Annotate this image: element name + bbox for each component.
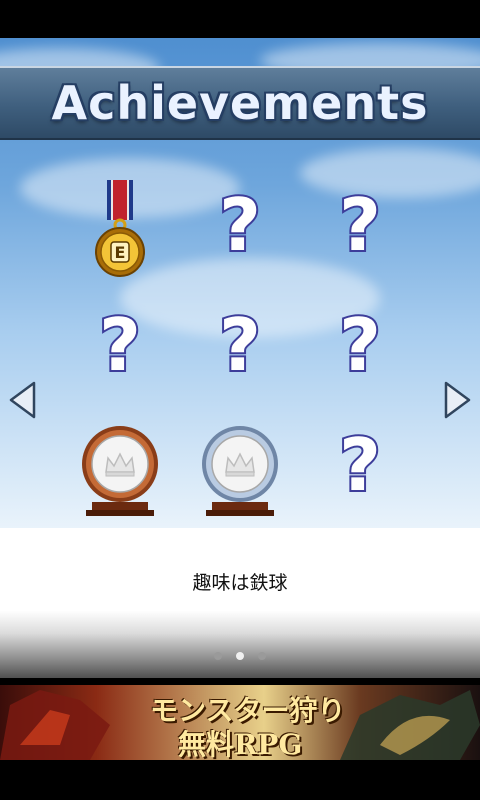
question-mark-icon: ? [217, 310, 263, 389]
svg-text:?: ? [219, 190, 261, 267]
title-banner: Achievements [0, 66, 480, 140]
achievement-locked[interactable]: ? [180, 170, 300, 290]
page-title: Achievements [51, 76, 429, 130]
achievement-grid: E ? ? ? ? ? ? [60, 170, 420, 530]
svg-text:?: ? [99, 310, 141, 387]
question-mark-icon: ? [337, 310, 383, 389]
next-page-arrow-icon[interactable] [442, 380, 472, 420]
achievement-medal[interactable]: E [60, 170, 180, 290]
bronze-plaque-icon [82, 426, 158, 516]
svg-text:?: ? [339, 430, 381, 507]
question-mark-icon: ? [217, 190, 263, 269]
medal-letter: E [115, 243, 126, 262]
page-dot-active[interactable] [236, 652, 244, 660]
achievement-locked[interactable]: ? [180, 290, 300, 410]
achievement-locked[interactable]: ? [300, 170, 420, 290]
achievement-info-panel: 趣味は鉄球 [0, 528, 480, 678]
achievement-silver-plaque[interactable] [180, 410, 300, 530]
page-dot[interactable] [258, 652, 266, 660]
achievement-locked[interactable]: ? [300, 410, 420, 530]
page-dot[interactable] [214, 652, 222, 660]
medal-icon: E [95, 180, 145, 277]
question-mark-icon: ? [337, 430, 383, 509]
silver-plaque-icon [202, 426, 278, 516]
achievement-locked[interactable]: ? [300, 290, 420, 410]
bottom-bar [0, 760, 480, 800]
svg-text:?: ? [339, 190, 381, 267]
svg-text:?: ? [219, 310, 261, 387]
ad-banner[interactable]: モンスター狩り 無料RPG [0, 685, 480, 760]
question-mark-icon: ? [337, 190, 383, 269]
achievement-locked[interactable]: ? [60, 290, 180, 410]
svg-text:?: ? [339, 310, 381, 387]
status-bar [0, 0, 480, 38]
page-indicator [0, 652, 480, 660]
achievement-bronze-plaque[interactable] [60, 410, 180, 530]
achievement-description: 趣味は鉄球 [192, 572, 288, 594]
question-mark-icon: ? [97, 310, 143, 389]
ad-subheadline: 無料RPG [178, 728, 303, 760]
previous-page-arrow-icon[interactable] [8, 380, 38, 420]
